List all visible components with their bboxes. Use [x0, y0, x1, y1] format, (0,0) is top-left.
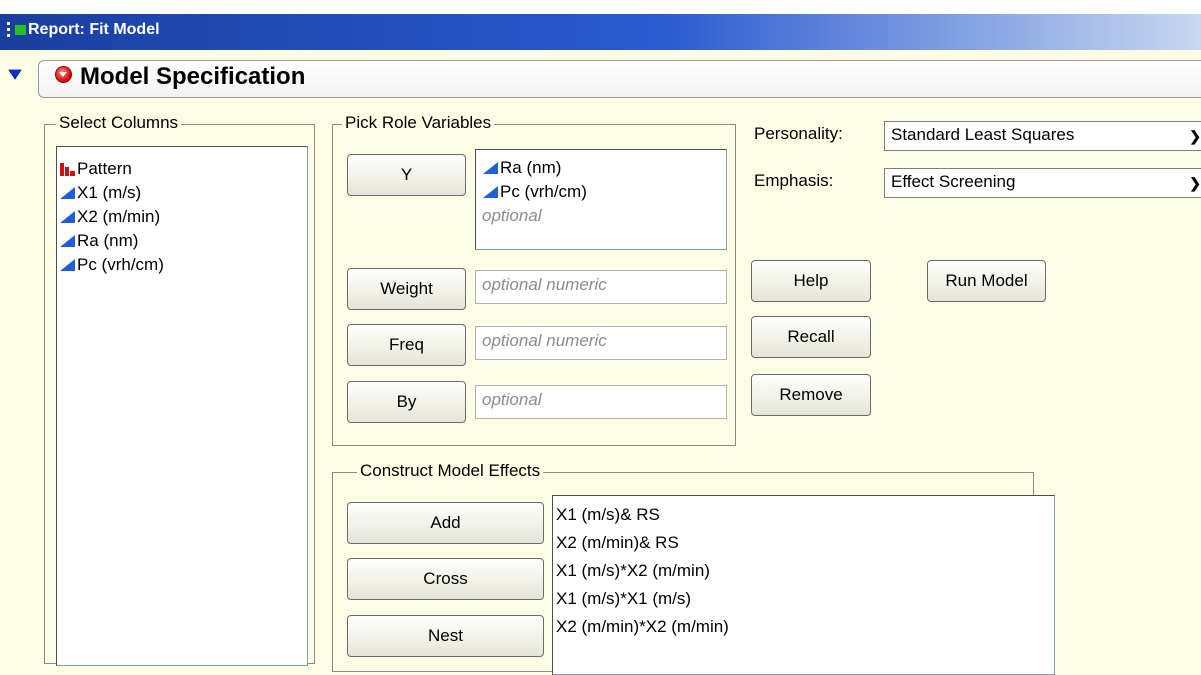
- model-effects-list[interactable]: X1 (m/s)& RS X2 (m/min)& RS X1 (m/s)*X2 (m…: [552, 495, 1055, 675]
- column-name: Pc (vrh/cm): [77, 255, 164, 274]
- continuous-triangle-icon: [60, 187, 75, 199]
- y-role-button[interactable]: Y: [347, 154, 466, 196]
- column-list-item[interactable]: X2 (m/min): [59, 205, 307, 229]
- nest-effect-button[interactable]: Nest: [347, 615, 544, 657]
- continuous-triangle-icon: [483, 162, 498, 174]
- select-columns-label: Select Columns: [56, 113, 182, 133]
- outline-title: Model Specification: [80, 63, 306, 90]
- personality-label: Personality:: [754, 124, 843, 143]
- grip-icon[interactable]: [7, 22, 12, 38]
- emphasis-value: Effect Screening: [891, 172, 1016, 191]
- remove-button[interactable]: Remove: [751, 374, 871, 416]
- by-role-field[interactable]: optional: [475, 385, 727, 419]
- personality-value: Standard Least Squares: [891, 125, 1075, 144]
- model-effect-item[interactable]: X1 (m/s)*X2 (m/min): [556, 557, 1054, 585]
- titlebar-band: [0, 14, 1201, 50]
- cross-effect-button[interactable]: Cross: [347, 558, 544, 600]
- y-role-list[interactable]: Ra (nm) Pc (vrh/cm) optional: [475, 149, 727, 250]
- chevron-down-icon[interactable]: ❯: [1189, 128, 1201, 145]
- recall-button[interactable]: Recall: [751, 316, 871, 358]
- continuous-triangle-icon: [60, 235, 75, 247]
- model-effect-item[interactable]: X2 (m/min)*X2 (m/min): [556, 613, 1054, 641]
- model-effect-item[interactable]: X1 (m/s)*X1 (m/s): [556, 585, 1054, 613]
- run-model-button[interactable]: Run Model: [927, 260, 1046, 302]
- column-name: X1 (m/s): [77, 183, 142, 202]
- weight-role-field[interactable]: optional numeric: [475, 270, 727, 304]
- continuous-triangle-icon: [60, 211, 75, 223]
- help-button[interactable]: Help: [751, 260, 871, 302]
- nominal-bar-icon: [60, 163, 75, 176]
- window-titlebar: [0, 0, 1201, 50]
- weight-role-button[interactable]: Weight: [347, 268, 466, 310]
- emphasis-label: Emphasis:: [754, 171, 834, 190]
- y-role-placeholder: optional: [482, 206, 542, 225]
- by-role-button[interactable]: By: [347, 381, 466, 423]
- column-name: Pattern: [77, 159, 132, 178]
- report-window-icon: [15, 25, 26, 35]
- column-name: Ra (nm): [77, 231, 139, 250]
- y-role-item[interactable]: Pc (vrh/cm): [482, 180, 726, 204]
- emphasis-select[interactable]: Effect Screening ❯: [884, 168, 1201, 198]
- freq-role-button[interactable]: Freq: [347, 324, 466, 366]
- column-list-item[interactable]: Pattern: [59, 157, 307, 181]
- freq-role-field[interactable]: optional numeric: [475, 326, 727, 360]
- continuous-triangle-icon: [483, 186, 498, 198]
- column-name: X2 (m/min): [77, 207, 161, 226]
- disclosure-triangle-icon[interactable]: [8, 68, 22, 80]
- red-triangle-menu-icon[interactable]: [55, 66, 72, 83]
- chevron-down-icon[interactable]: ❯: [1189, 175, 1201, 192]
- add-effect-button[interactable]: Add: [347, 502, 544, 544]
- personality-select[interactable]: Standard Least Squares ❯: [884, 121, 1201, 151]
- model-effect-item[interactable]: X2 (m/min)& RS: [556, 529, 1054, 557]
- window-title: Report: Fit Model: [28, 21, 160, 38]
- continuous-triangle-icon: [60, 259, 75, 271]
- select-columns-list[interactable]: Pattern X1 (m/s) X2 (m/min) Ra (nm) Pc (vrh/…: [56, 146, 308, 666]
- column-list-item[interactable]: Pc (vrh/cm): [59, 253, 307, 277]
- model-effect-item[interactable]: X1 (m/s)& RS: [556, 501, 1054, 529]
- column-list-item[interactable]: Ra (nm): [59, 229, 307, 253]
- construct-model-effects-label: Construct Model Effects: [357, 461, 544, 481]
- y-role-item-label: Ra (nm): [500, 158, 562, 177]
- y-role-item-label: Pc (vrh/cm): [500, 182, 587, 201]
- pick-role-variables-label: Pick Role Variables: [342, 113, 495, 133]
- y-role-item[interactable]: Ra (nm): [482, 156, 726, 180]
- column-list-item[interactable]: X1 (m/s): [59, 181, 307, 205]
